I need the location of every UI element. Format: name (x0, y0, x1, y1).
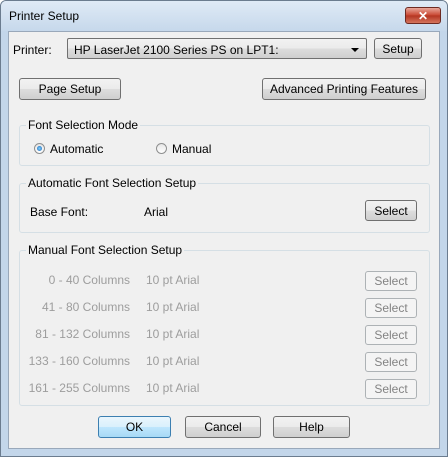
manual-radio[interactable]: Manual (156, 141, 256, 157)
page-setup-button-label: Page Setup (38, 82, 102, 96)
manual-font-setup-group: Manual Font Selection Setup 0 - 40 Colum… (19, 243, 430, 406)
base-font-select-label: Select (374, 203, 408, 218)
window-title: Printer Setup (9, 9, 80, 23)
manual-select-label: Select (374, 355, 408, 369)
automatic-radio-label: Automatic (50, 142, 104, 156)
column-font: 10 pt Arial (146, 300, 200, 314)
printer-select[interactable]: HP LaserJet 2100 Series PS on LPT1: (67, 38, 367, 59)
base-font-select-button[interactable]: Select (365, 200, 417, 221)
ok-button[interactable]: OK (98, 416, 171, 438)
column-font: 10 pt Arial (146, 381, 200, 395)
column-range: 81 - 132 Columns (35, 327, 130, 341)
font-selection-mode-group: Font Selection Mode Automatic Manual (19, 118, 430, 166)
base-font-value: Arial (144, 205, 169, 219)
manual-select-label: Select (374, 274, 408, 288)
page-setup-button[interactable]: Page Setup (19, 78, 121, 100)
column-range: 161 - 255 Columns (28, 381, 130, 395)
manual-select-button[interactable]: Select (365, 352, 417, 372)
automatic-font-setup-title: Automatic Font Selection Setup (26, 176, 199, 190)
automatic-font-setup-group: Automatic Font Selection Setup Base Font… (19, 176, 430, 233)
manual-row: 161 - 255 Columns 10 pt Arial Select (20, 379, 429, 403)
close-button[interactable]: ✕ (405, 7, 441, 24)
manual-select-label: Select (374, 328, 408, 342)
column-font: 10 pt Arial (146, 273, 200, 287)
printer-selected-value: HP LaserJet 2100 Series PS on LPT1: (74, 43, 279, 57)
manual-select-button[interactable]: Select (365, 379, 417, 399)
manual-select-button[interactable]: Select (365, 325, 417, 345)
close-icon: ✕ (417, 8, 429, 23)
advanced-printing-button-label: Advanced Printing Features (269, 82, 419, 96)
manual-row: 0 - 40 Columns 10 pt Arial Select (20, 271, 429, 295)
help-button-label: Help (299, 420, 324, 434)
cancel-button-label: Cancel (204, 420, 242, 434)
help-button[interactable]: Help (273, 416, 350, 438)
radio-unchecked-icon (156, 143, 167, 154)
radio-checked-icon (34, 143, 45, 154)
cancel-button[interactable]: Cancel (185, 416, 261, 438)
manual-select-label: Select (374, 301, 408, 315)
advanced-printing-button[interactable]: Advanced Printing Features (262, 78, 426, 100)
automatic-radio[interactable]: Automatic (34, 141, 144, 157)
column-range: 133 - 160 Columns (28, 354, 130, 368)
manual-font-setup-title: Manual Font Selection Setup (26, 243, 185, 257)
manual-select-label: Select (374, 382, 408, 396)
printer-setup-dialog: Printer Setup ✕ Printer: HP LaserJet 210… (0, 0, 448, 457)
font-selection-mode-title: Font Selection Mode (26, 118, 141, 132)
manual-select-button[interactable]: Select (365, 271, 417, 291)
base-font-label: Base Font: (30, 205, 89, 219)
column-range: 0 - 40 Columns (48, 273, 130, 287)
column-font: 10 pt Arial (146, 327, 200, 341)
chevron-down-icon (351, 48, 359, 52)
dialog-body: Printer: HP LaserJet 2100 Series PS on L… (8, 31, 440, 449)
column-range: 41 - 80 Columns (41, 300, 130, 314)
manual-row: 133 - 160 Columns 10 pt Arial Select (20, 352, 429, 376)
ok-button-label: OK (125, 420, 144, 434)
title-bar: Printer Setup ✕ (1, 1, 447, 31)
manual-select-button[interactable]: Select (365, 298, 417, 318)
printer-setup-button-label: Setup (382, 41, 414, 56)
printer-label: Printer: (13, 43, 52, 57)
column-font: 10 pt Arial (146, 354, 200, 368)
manual-row: 81 - 132 Columns 10 pt Arial Select (20, 325, 429, 349)
manual-radio-label: Manual (172, 142, 212, 156)
printer-setup-button[interactable]: Setup (374, 38, 422, 59)
manual-row: 41 - 80 Columns 10 pt Arial Select (20, 298, 429, 322)
